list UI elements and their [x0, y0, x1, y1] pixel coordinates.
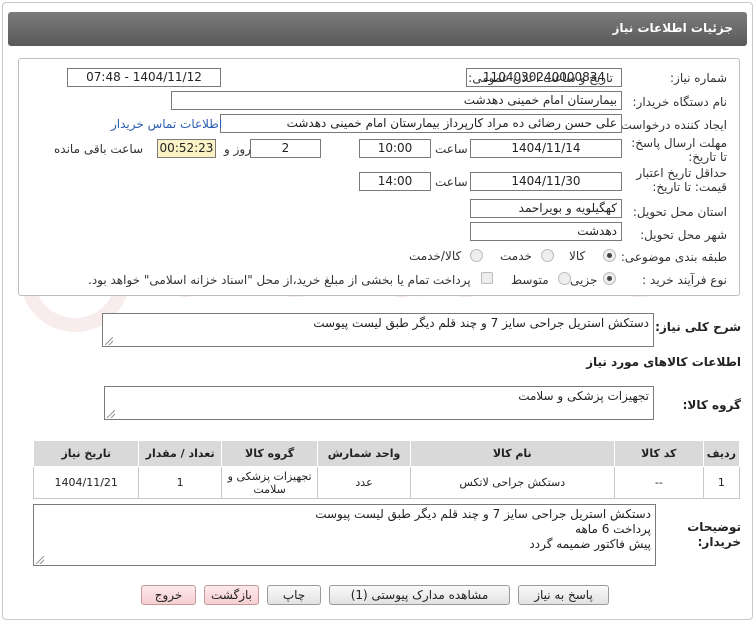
category-radio-goods[interactable]: [603, 249, 616, 262]
buyer-notes-line: دستکش استریل جراحی سایز 7 و چند قلم دیگر…: [315, 507, 651, 521]
col-need-date: تاریخ نیاز: [32, 440, 140, 467]
page-title: جزئیات اطلاعات نیاز: [612, 21, 733, 35]
col-unit: واحد شمارش: [317, 440, 411, 467]
cell-unit: عدد: [317, 466, 411, 499]
items-table-header: ردیف کد کالا نام کالا واحد شمارش گروه کا…: [32, 440, 741, 467]
goods-section-title: اطلاعات کالاهای مورد نیاز: [586, 355, 741, 369]
cell-item-code: --: [613, 466, 704, 499]
items-table: ردیف کد کالا نام کالا واحد شمارش گروه کا…: [32, 440, 741, 499]
goods-group-text: تجهیزات پزشکی و سلامت: [518, 389, 649, 403]
treasury-note: پرداخت تمام یا بخشی از مبلغ خرید،از محل …: [88, 273, 471, 287]
purchase-type-option-medium: متوسط: [511, 273, 549, 287]
exit-button[interactable]: خروج: [141, 585, 196, 605]
title-bar: جزئیات اطلاعات نیاز: [8, 12, 747, 46]
purchase-type-option-minor: جزیی: [570, 273, 598, 287]
col-row-number: ردیف: [702, 440, 741, 467]
summary-label: شرح کلی نیاز:: [655, 320, 741, 334]
deadline-label: مهلت ارسال پاسخ: تا تاریخ:: [631, 136, 727, 164]
category-label: طبقه بندی موضوعی:: [620, 250, 727, 264]
col-item-group: گروه کالا: [220, 440, 319, 467]
treasury-checkbox[interactable]: [481, 272, 493, 284]
print-button[interactable]: چاپ: [267, 585, 321, 605]
validity-date-field: 1404/11/30: [470, 172, 622, 191]
col-item-code: کد کالا: [613, 440, 704, 467]
buyer-notes-line: پیش فاکتور ضمیمه گردد: [529, 537, 651, 551]
col-quantity: تعداد / مقدار: [138, 440, 222, 467]
buyer-contact-link[interactable]: اطلاعات تماس خریدار: [111, 117, 222, 131]
summary-text: دستکش استریل جراحی سایز 7 و چند قلم دیگر…: [313, 316, 649, 330]
category-option-goods: کالا: [569, 249, 586, 263]
cell-row-number: 1: [702, 466, 741, 499]
resize-grip-icon[interactable]: [105, 337, 113, 345]
view-attachments-button[interactable]: مشاهده مدارک پیوستی (1): [329, 585, 510, 605]
reply-button[interactable]: پاسخ به نیاز: [518, 585, 609, 605]
category-option-service: خدمت: [500, 249, 532, 263]
back-button[interactable]: بازگشت: [204, 585, 259, 605]
deadline-days-field: 2: [250, 139, 321, 158]
remaining-time-field: 00:52:23: [157, 139, 216, 158]
deadline-time-label: ساعت: [435, 142, 468, 156]
goods-group-label: گروه کالا:: [682, 398, 741, 412]
province-label: استان محل تحویل:: [632, 205, 727, 219]
validity-time-label: ساعت: [435, 175, 468, 189]
cell-item-name: دستکش جراحی لاتکس: [409, 466, 615, 499]
province-field: کهگیلویه و بویراحمد: [470, 199, 622, 218]
purchase-type-label: نوع فرآیند خرید :: [642, 273, 727, 287]
category-radio-service[interactable]: [541, 249, 554, 262]
deadline-days-label: روز و: [224, 142, 251, 156]
col-item-name: نام کالا: [409, 440, 615, 467]
cell-item-group: تجهیزات پزشکی و سلامت: [220, 466, 319, 499]
requester-field: علی حسن رضائی ده مراد کارپرداز بیمارستان…: [220, 114, 622, 133]
cell-need-date: 1404/11/21: [32, 466, 140, 499]
announce-datetime-field: 1404/11/12 - 07:48: [67, 68, 221, 87]
goods-group-field: تجهیزات پزشکی و سلامت: [104, 386, 654, 420]
requester-label: ایجاد کننده درخواست:: [616, 118, 727, 132]
city-field: دهدشت: [470, 222, 622, 241]
resize-grip-icon[interactable]: [107, 410, 115, 418]
need-number-label: شماره نیاز:: [670, 71, 727, 85]
announce-datetime-label: تاریخ و ساعت اعلان عمومی:: [468, 71, 613, 85]
validity-label: حداقل تاریخ اعتبار قیمت: تا تاریخ:: [636, 166, 727, 194]
category-radio-goods-service[interactable]: [470, 249, 483, 262]
remaining-time-label: ساعت باقی مانده: [54, 142, 144, 156]
city-label: شهر محل تحویل:: [640, 228, 727, 242]
validity-time-field: 14:00: [359, 172, 431, 191]
buyer-org-label: نام دستگاه خریدار:: [632, 95, 728, 109]
resize-grip-icon[interactable]: [36, 556, 44, 564]
table-row: 1 -- دستکش جراحی لاتکس عدد تجهیزات پزشکی…: [32, 466, 741, 499]
buyer-notes-label: توضیحات خریدار:: [687, 520, 741, 549]
buyer-notes-line: پرداخت 6 ماهه: [575, 522, 651, 536]
cell-quantity: 1: [138, 466, 222, 499]
purchase-type-radio-minor[interactable]: [603, 272, 616, 285]
category-option-goods-service: کالا/خدمت: [409, 249, 462, 263]
deadline-time-field: 10:00: [359, 139, 431, 158]
purchase-type-radio-medium[interactable]: [558, 272, 571, 285]
buyer-org-field: بیمارستان امام خمینی دهدشت: [171, 91, 622, 110]
summary-field: دستکش استریل جراحی سایز 7 و چند قلم دیگر…: [102, 313, 654, 347]
deadline-date-field: 1404/11/14: [470, 139, 622, 158]
buyer-notes-field: دستکش استریل جراحی سایز 7 و چند قلم دیگر…: [33, 504, 656, 566]
